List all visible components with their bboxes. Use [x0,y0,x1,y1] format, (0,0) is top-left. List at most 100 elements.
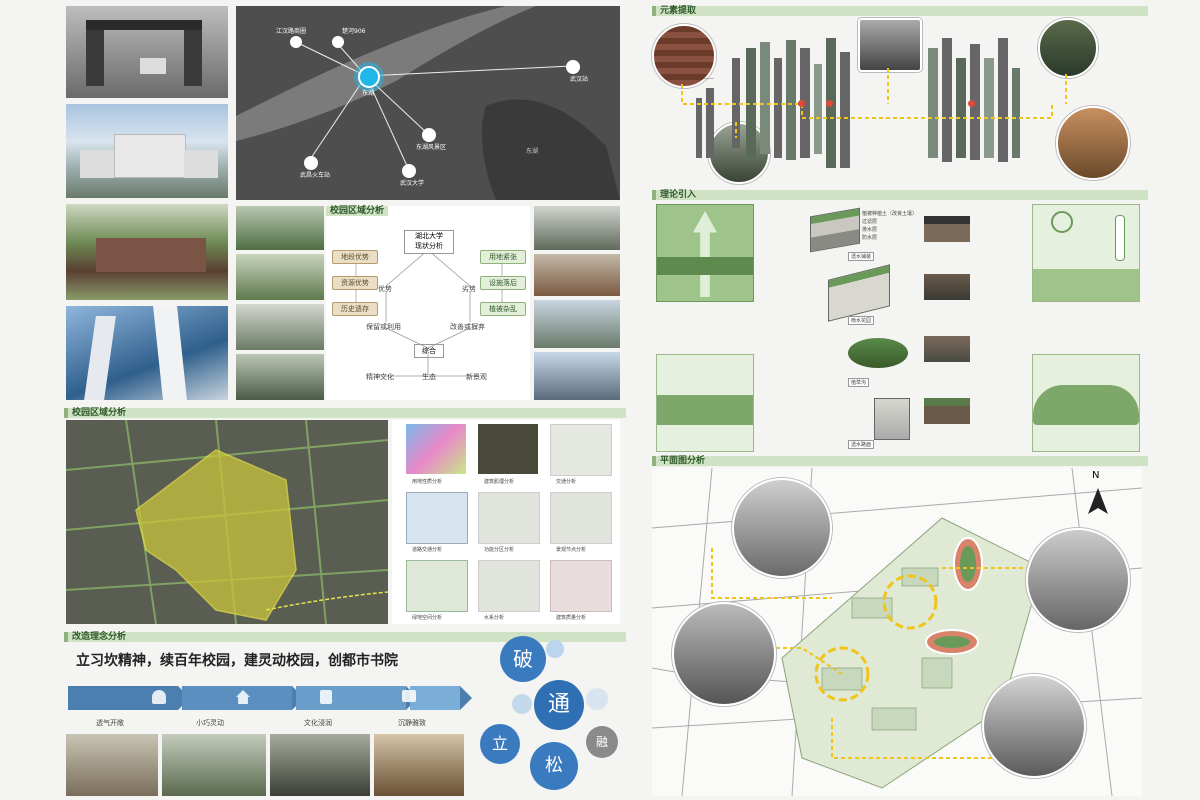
thumb-water [478,560,540,612]
thumb-landuse [406,424,466,474]
lake-label: 东湖 [526,148,539,155]
step-arrow-2 [182,686,304,710]
rainwater-diagram-left [656,204,754,302]
soil-sample-4 [924,398,970,424]
disadvantage-label: 劣势 [462,285,476,293]
bubble-deco-3 [512,694,532,714]
thumb-nodes [550,492,612,544]
plan-circle-photo-1 [732,478,832,578]
chip-outdated-facilities: 设施落后 [480,276,526,290]
station-label-6: 武汉大学 [400,180,425,187]
campus-photo-1 [236,206,324,250]
plan-circle-photo-3 [1026,528,1130,632]
thumb-label-4: 道路交通分析 [412,547,443,553]
concept-photo-3 [270,734,370,796]
lock-icon [320,690,332,704]
layer-label-2: 过滤层 [862,219,878,225]
camera-icon [402,690,416,702]
side-photo-3 [534,300,620,348]
thumb-roads [406,492,468,544]
sun-diagram-right [1032,204,1140,302]
section-label-4: 透水路面 [848,440,875,449]
ecology-label: 生态 [422,373,436,381]
station-label-3: 武汉站 [570,76,589,83]
station-label-2: 楚河906 [342,28,366,35]
green-diagram-bottom-right [1032,354,1140,452]
thumb-label-5: 功能分区分析 [484,547,515,553]
campus-analysis-panel: 校园区域分析 湖北大学 现状分析 地段优势 资源优势 历史遗存 用地紧张 设施落… [326,206,530,400]
layer-label-4: 防水层 [862,235,878,241]
thumb-label-9: 建筑质量分析 [556,615,587,621]
plan-section-bar [652,456,1148,466]
step-label-2: 小巧灵动 [196,719,224,727]
concept-photo-4 [374,734,464,796]
thumb-label-8: 水系分析 [484,615,505,621]
side-photo-2 [534,254,620,296]
modern-building-photo [66,306,228,400]
elements-panel: —— [652,18,1142,186]
theory-section-bar [652,190,1148,200]
concept-title: 改造理念分析 [68,632,131,642]
station-node-6 [402,164,416,178]
north-label: N [1092,470,1100,481]
retain-label: 保留或利用 [366,323,401,331]
advantage-label: 优势 [378,285,392,293]
chip-land-shortage: 用地紧张 [480,250,526,264]
step-arrow-3 [296,686,418,710]
plan-circle-photo-2 [672,602,776,706]
soil-sample-3 [924,336,970,362]
concept-photo-2 [162,734,266,796]
step-label-3: 文化浸润 [304,719,332,727]
thumb-label-6: 景观节点分析 [556,547,587,553]
brick-building-photo [66,204,228,300]
thumb-label-2: 建筑肌理分析 [484,479,515,485]
theory-title: 理论引入 [656,190,701,200]
layer-section-4 [874,398,910,440]
thumb-texture [478,424,538,474]
campus-photo-4 [236,354,324,400]
campus-photo-3 [236,304,324,350]
new-landscape-label: 新景观 [466,373,487,381]
concept-slogan: 立习坎精神，续百年校园，建灵动校园，创都市书院 [76,653,398,669]
layer-section-3 [848,338,908,368]
bubble-song: 松 [530,742,578,790]
section-label-1: 透水铺装 [848,252,875,261]
analysis-center-node: 湖北大学 现状分析 [404,230,454,254]
person-icon [152,690,166,704]
plan-circle-photo-4 [982,674,1086,778]
step-label-1: 透气开敞 [96,719,124,727]
center-label: 东湖 [362,90,375,97]
region-section-bar [64,408,626,418]
thumb-green [406,560,468,612]
campus-photo-2 [236,254,324,300]
improve-label: 改善或摒弃 [450,323,485,331]
region-satellite-map [66,420,388,624]
station-node-3 [566,60,580,74]
step-label-4: 沉静雅致 [398,719,426,727]
thumb-label-3: 交通分析 [556,479,577,485]
station-label-5: 武昌火车站 [300,172,331,179]
thumb-quality [550,560,612,612]
side-photo-1 [534,206,620,250]
thumb-label-1: 用地性质分析 [412,479,443,485]
region-title: 校园区域分析 [68,408,131,418]
section-label-2: 雨水花园 [848,316,875,325]
layer-section-1 [810,207,860,253]
merge-node: 综合 [414,344,444,358]
bubble-rong: 融 [586,726,618,758]
section-label-3: 植草沟 [848,378,870,387]
chip-resource-advantage: 资源优势 [332,276,378,290]
station-node-5 [304,156,318,170]
thumb-label-7: 绿地空间分析 [412,615,443,621]
station-node-2 [332,36,344,48]
soil-sample-2 [924,274,970,300]
bubble-deco-2 [586,688,608,710]
north-arrow-icon [1086,486,1110,516]
soil-sample-1 [924,216,970,242]
concept-section-bar [64,632,626,642]
bubble-deco-1 [546,640,564,658]
step-arrow-4 [410,686,472,710]
center-node [358,66,380,88]
side-photo-4 [534,352,620,400]
chip-historical-remains: 历史遗存 [332,302,378,316]
